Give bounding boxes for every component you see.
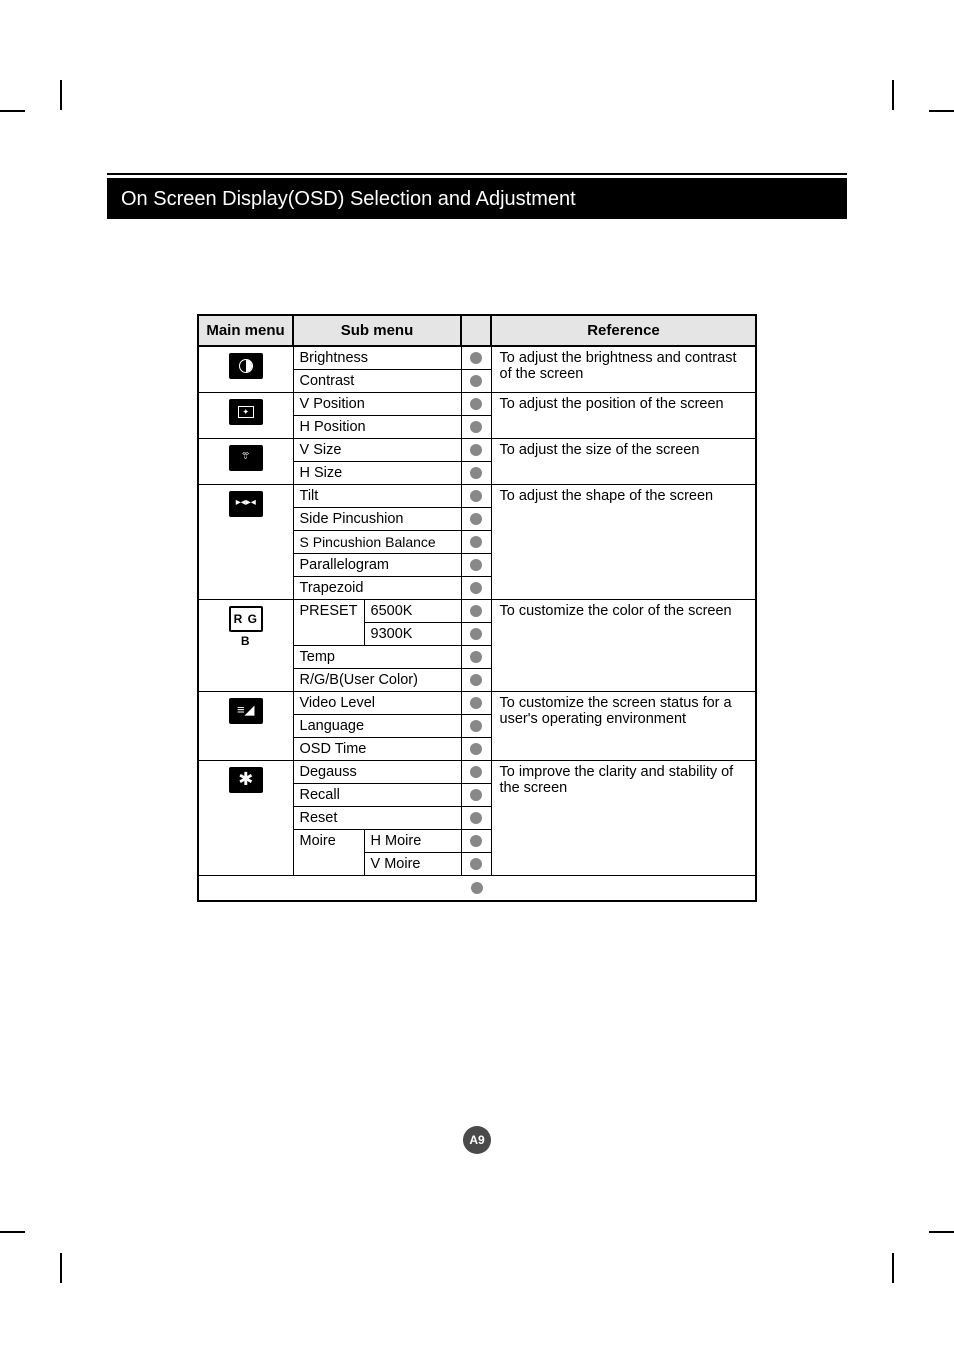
sub-vsize: V Size — [293, 439, 461, 462]
ref-color: To customize the color of the screen — [491, 600, 756, 692]
dot — [470, 743, 482, 755]
ref-special: To improve the clarity and stability of … — [491, 761, 756, 876]
sub-hsize: H Size — [293, 462, 461, 485]
page-title: On Screen Display(OSD) Selection and Adj… — [107, 178, 847, 219]
special-icon: ✱ — [229, 767, 263, 793]
dot — [470, 582, 482, 594]
sub-recall: Recall — [293, 784, 461, 807]
sub-6500k: 6500K — [364, 600, 461, 623]
dot — [470, 812, 482, 824]
dot — [470, 605, 482, 617]
ref-shape: To adjust the shape of the screen — [491, 485, 756, 600]
dot — [470, 421, 482, 433]
sub-spincushion: S Pincushion Balance — [293, 531, 461, 554]
dot — [470, 398, 482, 410]
sub-rgbuser: R/G/B(User Color) — [293, 669, 461, 692]
dot — [470, 628, 482, 640]
page-number: A9 — [463, 1126, 491, 1154]
dot — [470, 352, 482, 364]
dot — [470, 835, 482, 847]
dot — [470, 858, 482, 870]
ref-setup: To customize the screen status for a use… — [491, 692, 756, 761]
sub-videolevel: Video Level — [293, 692, 461, 715]
dot — [470, 490, 482, 502]
dot — [470, 536, 482, 548]
header-reference: Reference — [491, 315, 756, 346]
sub-trapezoid: Trapezoid — [293, 577, 461, 600]
sub-contrast: Contrast — [293, 370, 461, 393]
sub-parallelogram: Parallelogram — [293, 554, 461, 577]
sub-hmoire: H Moire — [364, 830, 461, 853]
position-icon — [229, 399, 263, 425]
size-icon — [229, 445, 263, 471]
dot — [470, 789, 482, 801]
sub-sidepincushion: Side Pincushion — [293, 508, 461, 531]
ref-brightness: To adjust the brightness and contrast of… — [491, 346, 756, 393]
header-main-menu: Main menu — [198, 315, 293, 346]
sub-reset: Reset — [293, 807, 461, 830]
dot — [471, 882, 483, 894]
dot — [470, 375, 482, 387]
brightness-icon — [229, 353, 263, 379]
dot — [470, 559, 482, 571]
ref-position: To adjust the position of the screen — [491, 393, 756, 439]
dot — [470, 467, 482, 479]
dot — [470, 674, 482, 686]
sub-temp: Temp — [293, 646, 461, 669]
dot — [470, 651, 482, 663]
sub-hposition: H Position — [293, 416, 461, 439]
setup-icon: ≡◢ — [229, 698, 263, 724]
rgb-icon: R G B — [229, 606, 263, 632]
sub-moire: Moire — [293, 830, 364, 876]
header-sub-menu: Sub menu — [293, 315, 461, 346]
sub-brightness: Brightness — [293, 346, 461, 370]
ref-size: To adjust the size of the screen — [491, 439, 756, 485]
sub-vmoire: V Moire — [364, 853, 461, 876]
dot — [470, 444, 482, 456]
dot — [470, 513, 482, 525]
sub-9300k: 9300K — [364, 623, 461, 646]
header-dot — [461, 315, 491, 346]
sub-osdtime: OSD Time — [293, 738, 461, 761]
dot — [470, 766, 482, 778]
dot — [470, 720, 482, 732]
osd-menu-table: Main menu Sub menu Reference Brightness … — [197, 314, 757, 902]
shape-icon: ▸◂▸◂ — [229, 491, 263, 517]
sub-vposition: V Position — [293, 393, 461, 416]
dot — [470, 697, 482, 709]
sub-degauss: Degauss — [293, 761, 461, 784]
sub-language: Language — [293, 715, 461, 738]
sub-preset: PRESET — [293, 600, 364, 646]
sub-tilt: Tilt — [293, 485, 461, 508]
